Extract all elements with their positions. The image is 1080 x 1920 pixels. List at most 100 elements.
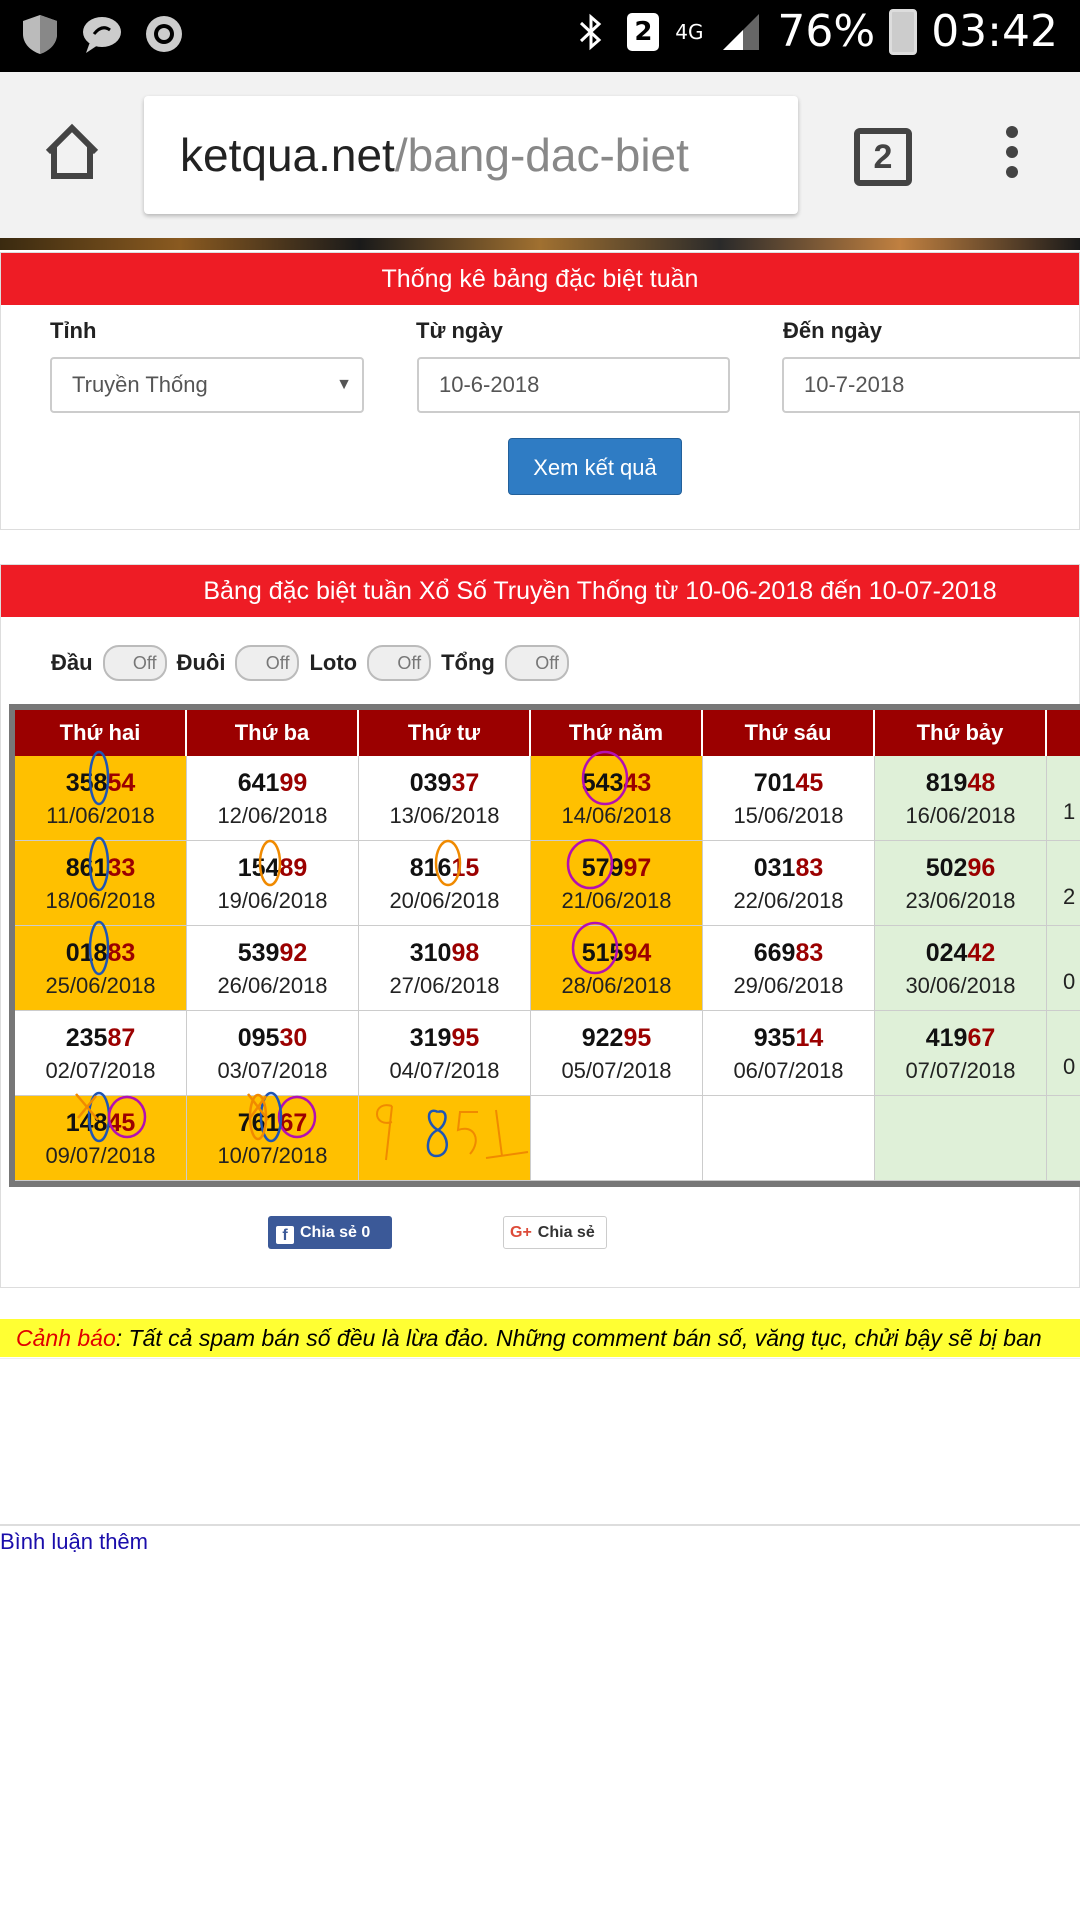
result-date: 19/06/2018 (217, 888, 328, 913)
result-number: 50296 (875, 853, 1046, 883)
result-cell: 31995 04/07/2018 (359, 1011, 531, 1096)
result-number-head: 319 (409, 1024, 452, 1052)
result-cell: 02442 30/06/2018 (875, 926, 1047, 1011)
result-number-tail: 96 (967, 854, 996, 882)
result-number-head: 669 (753, 939, 796, 967)
view-results-button[interactable]: Xem kết quả (508, 438, 682, 495)
result-number-head: 641 (237, 769, 280, 797)
column-header: Thứ hai (15, 710, 187, 756)
result-number-tail: 92 (279, 939, 308, 967)
result-number-head: 024 (925, 939, 968, 967)
result-number: 54343 (531, 768, 702, 798)
result-number-head: 816 (409, 854, 452, 882)
result-cell: 81948 16/06/2018 (875, 756, 1047, 841)
partial-date-fragment: 1 (1063, 799, 1076, 824)
result-number-head: 039 (409, 769, 452, 797)
toggle-duoi[interactable]: Off (235, 645, 300, 681)
result-number-head: 235 (65, 1024, 108, 1052)
google-share-button[interactable]: G+ Chia sẻ (503, 1216, 607, 1249)
result-number: 03937 (359, 768, 530, 798)
result-date: 12/06/2018 (217, 803, 328, 828)
google-plus-icon: G+ (510, 1224, 532, 1241)
status-bar: 2 4G 76% 03:42 (0, 0, 1080, 72)
result-cell: 93514 06/07/2018 (703, 1011, 875, 1096)
result-number: 57997 (531, 853, 702, 883)
result-number-head: 701 (753, 769, 796, 797)
toggle-bar: Đầu Off Đuôi Off Loto Off Tổng Off (51, 645, 569, 681)
bluetooth-icon (580, 13, 602, 50)
partial-date-fragment: 0 (1063, 1054, 1076, 1079)
result-cell: 35854 11/06/2018 (15, 756, 187, 841)
result-cell: 50296 23/06/2018 (875, 841, 1047, 926)
url-path: /bang-dac-biet (394, 129, 689, 181)
result-number-tail: 89 (279, 854, 308, 882)
toggle-tong[interactable]: Off (504, 645, 569, 681)
result-number-head: 861 (65, 854, 108, 882)
facebook-share-button[interactable]: f Chia sẻ 0 (268, 1216, 392, 1249)
result-date: 22/06/2018 (733, 888, 844, 913)
result-number: 51594 (531, 938, 702, 968)
battery-percent: 76% (777, 6, 876, 57)
tab-switcher-button[interactable]: 2 (854, 128, 912, 186)
result-number: 93514 (703, 1023, 874, 1053)
result-date: 18/06/2018 (45, 888, 156, 913)
to-date-input[interactable]: 10-7-2018 (782, 357, 1080, 413)
result-number-tail: 67 (279, 1109, 308, 1137)
result-number-head: 922 (581, 1024, 624, 1052)
result-number-head: 515 (581, 939, 624, 967)
result-date: 04/07/2018 (389, 1058, 500, 1083)
from-date-label: Từ ngày (416, 318, 503, 343)
result-cell-partial: 2 (1047, 841, 1080, 926)
more-comments-link[interactable]: Bình luận thêm (0, 1527, 148, 1557)
partial-date-fragment: 2 (1063, 884, 1076, 909)
address-bar[interactable]: ketqua.net/bang-dac-biet (144, 96, 798, 214)
result-number-tail: 33 (107, 854, 136, 882)
result-number: 15489 (187, 853, 358, 883)
result-number-tail: 30 (279, 1024, 308, 1052)
result-number-head: 543 (581, 769, 624, 797)
result-date: 26/06/2018 (217, 973, 328, 998)
province-select[interactable]: Truyền Thống ▼ (50, 357, 364, 413)
result-cell: 03183 22/06/2018 (703, 841, 875, 926)
result-number: 09530 (187, 1023, 358, 1053)
result-cell: 57997 21/06/2018 (531, 841, 703, 926)
result-number-head: 761 (237, 1109, 280, 1137)
result-date: 29/06/2018 (733, 973, 844, 998)
result-cell: 14845 09/07/2018 (15, 1096, 187, 1181)
result-number: 76167 (187, 1108, 358, 1138)
from-date-input[interactable]: 10-6-2018 (417, 357, 730, 413)
result-number: 14845 (15, 1108, 186, 1138)
facebook-icon: f (276, 1226, 294, 1244)
overflow-menu-icon[interactable] (1000, 126, 1024, 186)
toggle-label-duoi: Đuôi (176, 650, 226, 675)
result-number-head: 419 (925, 1024, 968, 1052)
sim-badge: 2 (627, 12, 660, 51)
result-date: 13/06/2018 (389, 803, 500, 828)
result-date: 14/06/2018 (561, 803, 672, 828)
home-icon[interactable] (42, 122, 102, 182)
spam-warning: Cảnh báo: Tất cả spam bán số đều là lừa … (0, 1319, 1080, 1357)
result-number-tail: 95 (623, 1024, 652, 1052)
result-date: 21/06/2018 (561, 888, 672, 913)
result-cell: 66983 29/06/2018 (703, 926, 875, 1011)
result-number: 31995 (359, 1023, 530, 1053)
column-header: Thứ ba (187, 710, 359, 756)
shield-icon (23, 15, 57, 54)
toggle-label-tong: Tổng (441, 650, 495, 675)
result-number: 86133 (15, 853, 186, 883)
result-cell-partial (1047, 1096, 1080, 1181)
result-number-tail: 37 (451, 769, 480, 797)
comments-area[interactable] (0, 1358, 1080, 1526)
result-cell: 01883 25/06/2018 (15, 926, 187, 1011)
signal-icon (723, 13, 760, 50)
result-number: 53992 (187, 938, 358, 968)
result-date: 28/06/2018 (561, 973, 672, 998)
result-number-head: 502 (925, 854, 968, 882)
result-cell-partial: 0 (1047, 1011, 1080, 1096)
chat-bubble-icon (83, 17, 121, 53)
result-number-tail: 98 (451, 939, 480, 967)
result-date: 09/07/2018 (45, 1143, 156, 1168)
result-cell: 23587 02/07/2018 (15, 1011, 187, 1096)
toggle-dau[interactable]: Off (102, 645, 167, 681)
toggle-loto[interactable]: Off (367, 645, 432, 681)
